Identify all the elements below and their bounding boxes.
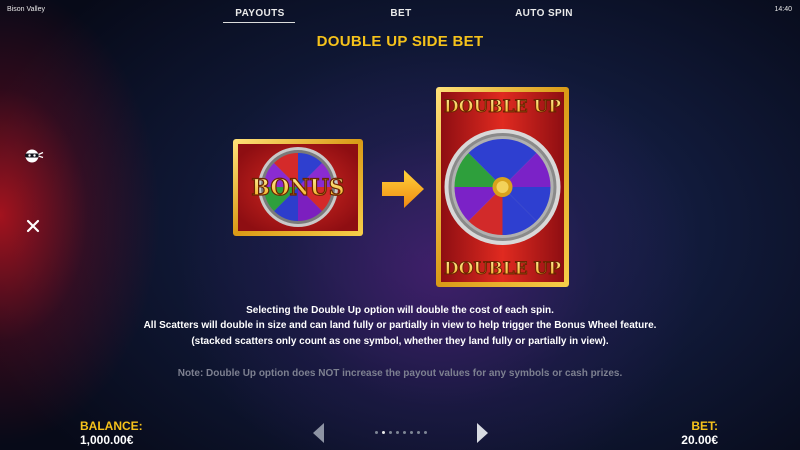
page-dot[interactable] (410, 431, 413, 434)
note-text: Note: Double Up option does NOT increase… (177, 368, 623, 379)
double-up-symbol-icon: DOUBLE UP DOUBLE UP (436, 87, 569, 287)
page-title: DOUBLE UP SIDE BET (316, 33, 484, 50)
description-line-3: (stacked scatters only count as one symb… (191, 336, 609, 347)
page-dot[interactable] (396, 431, 399, 434)
page-dot[interactable] (424, 431, 427, 434)
chevron-right-icon (477, 423, 488, 443)
description-line-2: All Scatters will double in size and can… (143, 320, 657, 331)
page-dot[interactable] (403, 431, 406, 434)
bonus-symbol-text: BONUS (251, 175, 344, 201)
tab-bet[interactable]: BET (385, 8, 417, 19)
double-up-bottom-text: DOUBLE UP (444, 259, 561, 279)
page-indicator (375, 431, 427, 437)
next-page-button[interactable] (476, 422, 490, 444)
mask-icon (25, 149, 44, 163)
bet-label: BET: (691, 419, 718, 433)
page-dot[interactable] (375, 431, 378, 434)
tab-bar: PAYOUTS BET AUTO SPIN (0, 8, 800, 24)
description-line-1: Selecting the Double Up option will doub… (246, 305, 554, 316)
mask-button[interactable] (21, 144, 45, 168)
bet-value: 20.00€ (681, 433, 718, 447)
arrow-right-icon (382, 170, 424, 208)
balance-value: 1,000.00€ (80, 433, 134, 447)
page-dot[interactable] (417, 431, 420, 434)
tab-auto-spin[interactable]: AUTO SPIN (512, 8, 576, 19)
previous-page-button[interactable] (311, 422, 325, 444)
close-icon (26, 219, 40, 233)
balance-label: BALANCE: (80, 419, 143, 433)
chevron-left-icon (313, 423, 324, 443)
tab-payouts[interactable]: PAYOUTS (223, 8, 295, 23)
close-button[interactable] (21, 214, 45, 238)
page-dot[interactable] (382, 431, 385, 434)
page-dot[interactable] (389, 431, 392, 434)
double-up-top-text: DOUBLE UP (444, 97, 561, 117)
bonus-symbol-icon: BONUS (233, 139, 363, 236)
